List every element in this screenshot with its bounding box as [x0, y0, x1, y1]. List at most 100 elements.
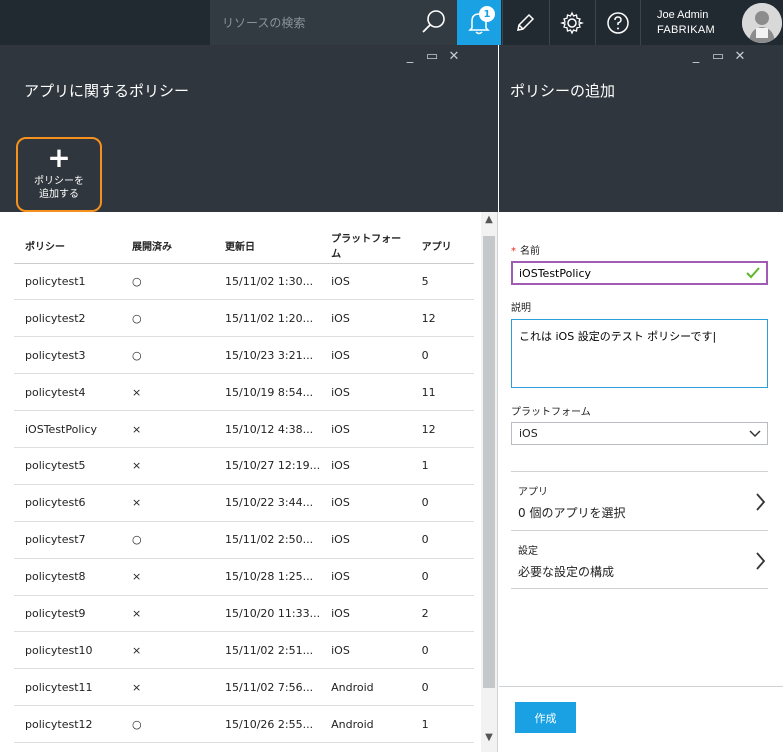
column-header-platform[interactable]: プラットフォーム	[320, 228, 411, 264]
platform-select[interactable]: iOS	[511, 422, 768, 445]
updated-cell: 15/10/28 1:25...	[214, 558, 321, 596]
chevron-right-icon	[756, 493, 766, 511]
platform-cell: Android	[320, 705, 411, 744]
search-box[interactable]	[210, 0, 457, 45]
deployed-cell: ○	[121, 336, 215, 375]
scroll-thumb[interactable]	[483, 236, 495, 688]
settings-label: 設定	[518, 546, 538, 557]
settings-nav-row[interactable]: 設定 必要な設定の構成	[511, 530, 768, 589]
scroll-up-icon[interactable]: ▲	[481, 212, 497, 228]
table-row[interactable]: policytest2 ○ 15/11/02 1:20... iOS 12	[14, 299, 474, 338]
deployed-cell: ○	[121, 521, 215, 559]
add-policy-button[interactable]: + ポリシーを 追加する	[16, 137, 102, 212]
column-header-policy[interactable]: ポリシー	[14, 228, 121, 264]
platform-cell: iOS	[320, 299, 411, 338]
table-row[interactable]: policytest6 × 15/10/22 3:44... iOS 0	[14, 484, 474, 522]
policy-name-input[interactable]	[511, 261, 768, 285]
updated-cell: 15/10/20 11:33...	[214, 595, 321, 633]
policy-list-panel: ポリシー 展開済み 更新日 プラットフォーム アプリ policytest1 ○ 1…	[0, 212, 498, 752]
updated-cell: 15/10/23 3:21...	[214, 336, 321, 375]
deployed-cell: ×	[121, 373, 215, 412]
table-row[interactable]: iOSTestPolicy × 15/10/12 4:38... iOS 12	[14, 410, 474, 448]
policy-name-cell: policytest7	[14, 521, 121, 559]
deployed-cell: ○	[121, 263, 215, 301]
help-button[interactable]	[595, 0, 639, 45]
plus-icon: +	[47, 141, 71, 174]
check-icon	[746, 267, 760, 279]
pencil-icon	[516, 13, 534, 31]
policy-name-cell: policytest9	[14, 595, 121, 633]
apps-cell: 5	[410, 263, 474, 301]
policy-name-cell: policytest5	[14, 447, 121, 485]
updated-cell: 15/11/02 1:30...	[214, 263, 321, 301]
deployed-cell: ×	[121, 668, 215, 707]
policy-list-scrollbar[interactable]: ▲ ▼	[481, 212, 497, 752]
user-menu[interactable]: Joe Admin FABRIKAM	[640, 0, 783, 45]
updated-cell: 15/10/27 12:19...	[214, 447, 321, 485]
platform-cell: iOS	[320, 521, 411, 559]
scroll-down-icon[interactable]: ▼	[481, 730, 497, 746]
table-row[interactable]: policytest8 × 15/10/28 1:25... iOS 0	[14, 558, 474, 596]
platform-cell: Android	[320, 668, 411, 707]
column-header-updated[interactable]: 更新日	[214, 228, 321, 264]
minimize-icon[interactable]: _	[685, 50, 707, 64]
gear-icon	[559, 11, 584, 34]
platform-cell: iOS	[320, 447, 411, 485]
policy-table: ポリシー 展開済み 更新日 プラットフォーム アプリ policytest1 ○ 1…	[14, 228, 474, 744]
updated-cell: 15/10/19 8:54...	[214, 373, 321, 412]
chevron-right-icon	[756, 552, 766, 570]
updated-cell: 15/11/02 2:50...	[214, 521, 321, 559]
platform-cell: iOS	[320, 410, 411, 448]
platform-field-label: プラットフォーム	[511, 407, 591, 418]
avatar[interactable]	[742, 3, 782, 43]
column-header-deployed[interactable]: 展開済み	[121, 228, 215, 264]
maximize-icon[interactable]: ▭	[421, 50, 443, 64]
search-input[interactable]	[210, 0, 415, 45]
table-row[interactable]: policytest12 ○ 15/10/26 2:55... Android 1	[14, 705, 474, 744]
deployed-cell: ○	[121, 705, 215, 744]
right-blade-controls: _ ▭ ✕	[685, 50, 751, 64]
close-icon[interactable]: ✕	[729, 50, 751, 64]
table-row[interactable]: policytest10 × 15/11/02 2:51... iOS 0	[14, 631, 474, 670]
apps-cell: 0	[410, 521, 474, 559]
deployed-cell: ×	[121, 447, 215, 485]
notifications-button[interactable]: 1	[457, 0, 501, 45]
updated-cell: 15/10/12 4:38...	[214, 410, 321, 448]
apps-nav-row[interactable]: アプリ 0 個のアプリを選択	[511, 471, 768, 530]
table-row[interactable]: policytest5 × 15/10/27 12:19... iOS 1	[14, 447, 474, 485]
platform-cell: iOS	[320, 558, 411, 596]
policy-description-input[interactable]: これは iOS 設定のテスト ポリシーです|	[511, 319, 768, 388]
apps-value: 0 個のアプリを選択	[518, 506, 626, 520]
apps-cell: 12	[410, 299, 474, 338]
table-row[interactable]: policytest3 ○ 15/10/23 3:21... iOS 0	[14, 336, 474, 375]
edit-button[interactable]	[502, 0, 546, 45]
maximize-icon[interactable]: ▭	[707, 50, 729, 64]
policy-name-cell: policytest11	[14, 668, 121, 707]
table-row[interactable]: policytest11 × 15/11/02 7:56... Android 0	[14, 668, 474, 707]
column-header-apps[interactable]: アプリ	[410, 228, 474, 264]
top-bar: 1 Joe Admin FABRIKAM	[0, 0, 783, 45]
deployed-cell: ×	[121, 484, 215, 522]
deployed-cell: ×	[121, 595, 215, 633]
search-icon[interactable]	[421, 9, 447, 35]
notification-badge: 1	[479, 6, 495, 22]
platform-cell: iOS	[320, 595, 411, 633]
left-blade-controls: _ ▭ ✕	[399, 50, 465, 64]
deployed-cell: ○	[121, 299, 215, 338]
table-row[interactable]: policytest1 ○ 15/11/02 1:30... iOS 5	[14, 263, 474, 301]
policy-name-cell: policytest12	[14, 705, 121, 744]
create-button[interactable]: 作成	[515, 702, 576, 733]
updated-cell: 15/10/26 2:55...	[214, 705, 321, 744]
table-row[interactable]: policytest4 × 15/10/19 8:54... iOS 11	[14, 373, 474, 412]
table-row[interactable]: policytest7 ○ 15/11/02 2:50... iOS 0	[14, 521, 474, 559]
policy-name-cell: policytest10	[14, 631, 121, 670]
minimize-icon[interactable]: _	[399, 50, 421, 64]
footer-divider	[499, 686, 783, 687]
table-row[interactable]: policytest9 × 15/10/20 11:33... iOS 2	[14, 595, 474, 633]
user-name: Joe Admin	[657, 9, 709, 21]
close-icon[interactable]: ✕	[443, 50, 465, 64]
help-icon	[606, 11, 629, 34]
settings-button[interactable]	[549, 0, 593, 45]
apps-cell: 0	[410, 558, 474, 596]
apps-cell: 2	[410, 595, 474, 633]
